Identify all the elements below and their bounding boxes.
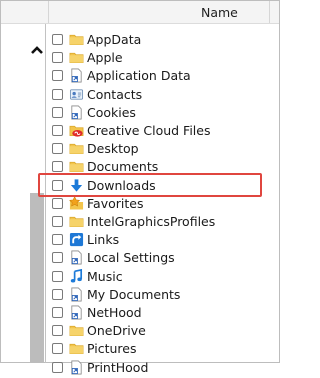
collapse-caret-icon[interactable] [31, 45, 43, 55]
item-label: NetHood [87, 305, 142, 320]
shortcut-file-icon [69, 68, 84, 83]
item-checkbox[interactable] [52, 325, 63, 337]
list-item[interactable]: PrintHood [50, 359, 275, 377]
name-column-header[interactable]: Name [201, 5, 238, 20]
downloads-highlight-box [38, 173, 262, 197]
item-checkbox[interactable] [52, 34, 63, 45]
folder-icon [69, 214, 84, 229]
item-label: My Documents [87, 286, 181, 302]
column-header: Name [1, 1, 279, 24]
list-item[interactable]: Cookies [50, 104, 275, 122]
folder-icon [69, 141, 84, 156]
list-item[interactable]: OneDrive [50, 322, 275, 340]
links-icon [69, 232, 84, 247]
item-label: OneDrive [87, 323, 146, 339]
list-item[interactable]: IntelGraphicsProfiles [50, 213, 275, 231]
item-checkbox[interactable] [52, 52, 63, 64]
folder-icon [69, 32, 84, 47]
column-divider[interactable] [48, 1, 49, 23]
item-label: Links [87, 232, 120, 248]
item-label: Pictures [87, 341, 137, 357]
item-checkbox[interactable] [52, 234, 63, 246]
list-item[interactable]: Contacts [50, 86, 275, 104]
item-checkbox[interactable] [52, 270, 63, 282]
list-item[interactable]: Favorites [50, 195, 275, 213]
list-item[interactable]: Pictures [50, 340, 275, 358]
list-item[interactable]: NetHood [50, 304, 275, 322]
item-checkbox[interactable] [52, 88, 63, 100]
creative-cloud-folder-icon [69, 123, 84, 138]
item-label: Application Data [87, 68, 191, 84]
item-checkbox[interactable] [52, 216, 63, 227]
list-item[interactable]: Desktop [50, 140, 275, 158]
list-item[interactable]: Apple [50, 49, 275, 67]
item-label: Cookies [87, 104, 136, 120]
list-item[interactable]: Creative Cloud Files [50, 122, 275, 140]
scrollbar-thumb[interactable] [30, 193, 44, 363]
shortcut-file-icon [69, 105, 84, 120]
item-checkbox[interactable] [52, 252, 63, 264]
item-checkbox[interactable] [52, 125, 63, 136]
shortcut-file-icon [69, 250, 84, 265]
list-item[interactable]: Links [50, 231, 275, 249]
item-checkbox[interactable] [52, 307, 63, 318]
list-item[interactable]: Application Data [50, 67, 275, 85]
column-divider[interactable] [269, 1, 270, 23]
item-label: Favorites [87, 195, 144, 211]
shortcut-file-icon [69, 287, 84, 302]
item-label: Local Settings [87, 250, 175, 266]
item-checkbox[interactable] [52, 343, 63, 355]
item-label: Apple [87, 50, 123, 66]
shortcut-file-icon [69, 305, 84, 320]
item-checkbox[interactable] [52, 143, 63, 155]
folder-icon [69, 323, 84, 338]
contacts-icon [69, 87, 84, 102]
item-label: PrintHood [87, 359, 149, 375]
item-checkbox[interactable] [52, 197, 63, 209]
item-checkbox[interactable] [52, 361, 63, 373]
item-label: Contacts [87, 86, 143, 102]
item-checkbox[interactable] [52, 70, 63, 82]
folder-icon [69, 341, 84, 356]
list-item[interactable]: AppData [50, 31, 275, 49]
folder-icon [69, 50, 84, 65]
list-item[interactable]: Music [50, 268, 275, 286]
list-item[interactable]: My Documents [50, 286, 275, 304]
item-label: IntelGraphicsProfiles [87, 214, 216, 229]
favorites-star-icon [69, 195, 84, 211]
music-icon [69, 268, 84, 284]
list-item[interactable]: Local Settings [50, 249, 275, 267]
item-label: Creative Cloud Files [87, 123, 211, 138]
item-label: AppData [87, 32, 142, 47]
item-label: Desktop [87, 141, 139, 157]
item-label: Music [87, 268, 123, 284]
item-checkbox[interactable] [52, 288, 63, 300]
item-checkbox[interactable] [52, 106, 63, 118]
shortcut-file-icon [69, 360, 84, 375]
item-checkbox[interactable] [52, 161, 63, 173]
